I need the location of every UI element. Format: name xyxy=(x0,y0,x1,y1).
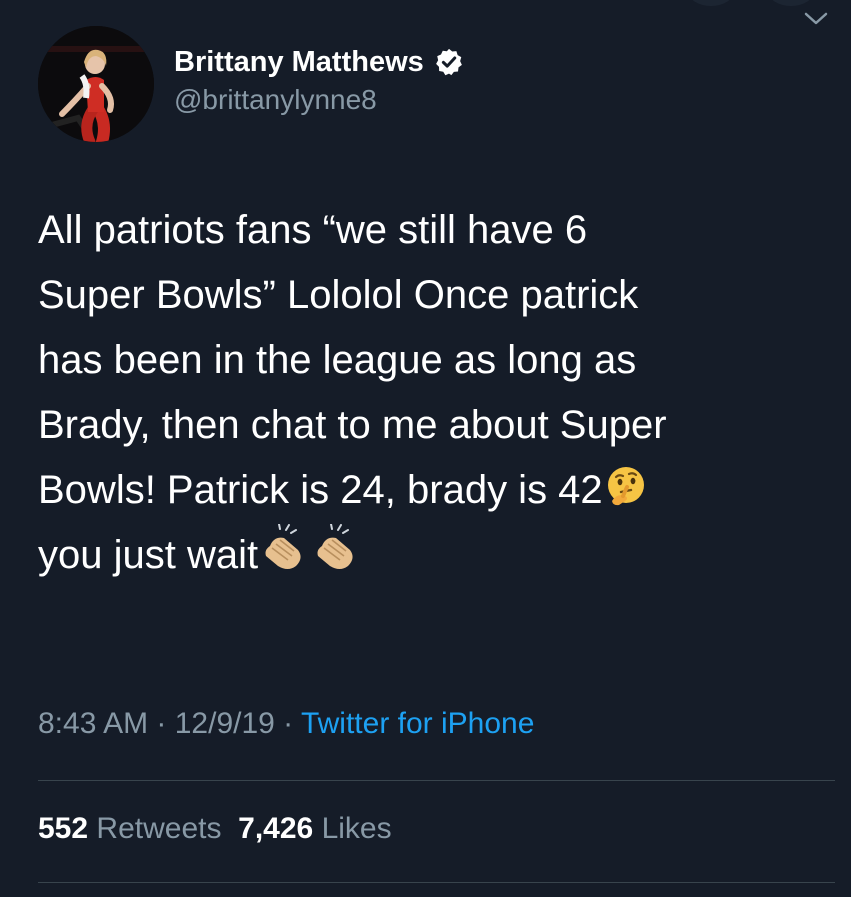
tweet-text-line: Brady, then chat to me about Super xyxy=(38,403,667,447)
tweet-source-link[interactable]: Twitter for iPhone xyxy=(301,707,534,740)
tweet-time[interactable]: 8:43 AM xyxy=(38,707,148,740)
likes-label: Likes xyxy=(321,812,392,845)
tweet-text-line-5: Bowls! Patrick is 24, brady is 42 xyxy=(38,458,838,523)
top-action-shadow xyxy=(768,0,814,6)
tweet-text-line-6: you just wait xyxy=(38,523,838,588)
tweet-date[interactable]: 12/9/19 xyxy=(175,707,275,740)
tweet-text-line: All patriots fans “we still have 6 xyxy=(38,208,588,252)
verified-badge-icon xyxy=(435,48,462,76)
profile-photo-icon xyxy=(38,26,154,142)
tweet-meta: 8:43 AM · 12/9/19 · Twitter for iPhone xyxy=(38,707,534,741)
retweets-stat[interactable]: 552 Retweets xyxy=(38,812,221,845)
tweet-card: Brittany Matthews @brittanylynne8 All pa… xyxy=(0,0,851,897)
meta-separator: · xyxy=(274,707,301,740)
divider xyxy=(38,882,835,883)
clapping-hands-emoji-icon xyxy=(265,524,301,569)
likes-stat[interactable]: 7,426 Likes xyxy=(238,812,391,845)
clapping-hands-emoji-icon xyxy=(317,524,353,569)
display-name[interactable]: Brittany Matthews xyxy=(174,46,424,79)
tweet-text-line: Bowls! Patrick is 24, brady is 42 xyxy=(38,468,603,512)
likes-count: 7,426 xyxy=(238,812,314,845)
tweet-text-line: you just wait xyxy=(38,533,259,577)
tweet-text-line: Super Bowls” Lololol Once patrick xyxy=(38,273,639,317)
tweet-text: All patriots fans “we still have 6 Super… xyxy=(38,198,838,588)
avatar[interactable] xyxy=(38,26,154,142)
author-name-row: Brittany Matthews xyxy=(174,44,464,80)
retweets-count: 552 xyxy=(38,812,89,845)
divider xyxy=(38,780,835,781)
tweet-stats: 552 Retweets 7,426 Likes xyxy=(38,812,392,846)
chevron-down-icon[interactable] xyxy=(803,8,829,28)
user-handle[interactable]: @brittanylynne8 xyxy=(174,84,377,116)
thinking-face-emoji-icon xyxy=(607,467,644,506)
top-action-shadow xyxy=(688,0,734,6)
retweets-label: Retweets xyxy=(96,812,222,845)
tweet-text-line: has been in the league as long as xyxy=(38,338,637,382)
meta-separator: · xyxy=(148,707,175,740)
